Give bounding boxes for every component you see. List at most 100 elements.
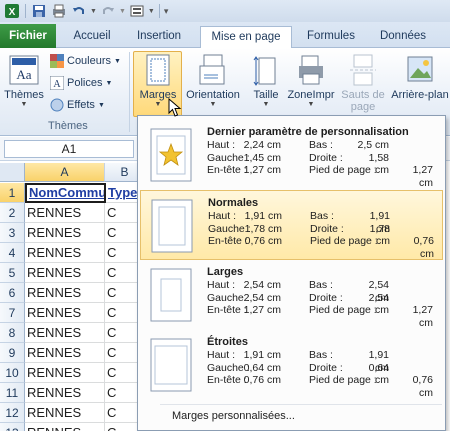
save-icon[interactable] [30, 2, 48, 20]
value-key: Pied de page : [309, 164, 377, 176]
row-header[interactable]: 1 [0, 183, 25, 203]
option-title: Normales [208, 197, 259, 209]
custom-margins-menu-item[interactable]: Marges personnalisées... [172, 410, 295, 422]
fonts-button[interactable]: A Polices ▼ [50, 76, 112, 90]
qat-separator [158, 4, 160, 18]
fonts-label: Polices [67, 77, 103, 89]
option-values: Haut :1,91 cm Bas :1,91 cm Gauche :0,64 c… [207, 349, 437, 399]
orientation-button[interactable]: Orientation ▼ [182, 54, 244, 109]
value-key: Bas : [309, 349, 333, 361]
row-header[interactable]: 9 [0, 343, 25, 363]
form-dropdown-icon[interactable]: ▼ [148, 8, 155, 15]
option-title: Larges [207, 266, 244, 278]
cell-a[interactable]: RENNES [25, 403, 105, 423]
cell-a[interactable]: RENNES [25, 383, 105, 403]
tab-file[interactable]: Fichier [0, 24, 56, 48]
chevron-down-icon: ▼ [97, 101, 105, 109]
row-header[interactable]: 12 [0, 403, 25, 423]
ribbon-tabs: Fichier Accueil Insertion Mise en page F… [0, 22, 450, 49]
select-all-corner[interactable] [0, 163, 25, 182]
tab-data[interactable]: Données [372, 26, 434, 48]
undo-dropdown-icon[interactable]: ▼ [90, 8, 97, 15]
page-margins-star-icon [150, 128, 192, 182]
effects-button[interactable]: Effets ▼ [50, 98, 105, 112]
chevron-down-icon: ▼ [20, 101, 28, 108]
margins-option-narrow[interactable]: Étroites Haut :1,91 cm Bas :1,91 cm Gauch… [140, 330, 443, 400]
value-key: Bas : [309, 279, 333, 291]
customize-icon[interactable]: ▾ [164, 6, 169, 17]
print-area-button[interactable]: ZoneImpr ▼ [286, 54, 336, 109]
background-button[interactable]: Arrière-plan [390, 54, 450, 101]
cell-a[interactable]: RENNES [25, 303, 105, 323]
cell-a[interactable]: RENNES [25, 243, 105, 263]
orientation-label: Orientation [186, 89, 240, 101]
margins-option-normal[interactable]: Normales Haut :1,91 cm Bas :1,91 cm Gauch… [140, 190, 443, 260]
value-footer: 1,27 cm [412, 304, 433, 329]
row-header[interactable]: 10 [0, 363, 25, 383]
tab-insert[interactable]: Insertion [128, 26, 190, 48]
row-header[interactable]: 5 [0, 263, 25, 283]
row-header[interactable]: 13 [0, 423, 25, 431]
option-values: Haut :1,91 cm Bas :1,91 cm Gauche :1,78 c… [208, 210, 438, 260]
cell-a[interactable]: RENNES [25, 203, 105, 223]
value-key: Haut : [207, 279, 236, 291]
column-header-a[interactable]: A [25, 163, 105, 182]
cell-a[interactable]: RENNES [25, 263, 105, 283]
page-margins-normal-icon [151, 199, 193, 253]
value-left: 0,64 cm [243, 361, 281, 374]
cell-a[interactable]: RENNES [25, 343, 105, 363]
themes-button[interactable]: Aa Thèmes ▼ [4, 54, 44, 109]
value-key: Pied de page : [309, 304, 377, 316]
value-left: 2,54 cm [243, 291, 281, 304]
redo-dropdown-icon[interactable]: ▼ [119, 8, 126, 15]
margins-option-last-custom[interactable]: Dernier paramètre de personnalisation Ha… [140, 120, 443, 190]
svg-text:A: A [53, 79, 61, 90]
size-button[interactable]: Taille ▼ [248, 54, 284, 109]
cell-a1[interactable]: NomCommune [25, 183, 106, 203]
colors-button[interactable]: Couleurs ▼ [50, 54, 121, 68]
value-key: En-tête : [207, 304, 247, 316]
value-key: Pied de page : [310, 235, 378, 247]
row-header[interactable]: 11 [0, 383, 25, 403]
cell-a[interactable]: RENNES [25, 423, 105, 431]
breaks-button[interactable]: Sauts de page [338, 54, 388, 113]
size-label: Taille [253, 89, 279, 101]
chevron-down-icon: ▼ [105, 79, 113, 87]
tab-home[interactable]: Accueil [64, 26, 120, 48]
value-key: Haut : [208, 210, 237, 222]
svg-text:X: X [9, 7, 16, 18]
breaks-label: Sauts de [341, 89, 385, 101]
themes-icon: Aa [9, 55, 39, 85]
quick-access-toolbar: X ▼ ▼ ▼ ▾ [0, 0, 450, 22]
row-header[interactable]: 7 [0, 303, 25, 323]
row-header[interactable]: 3 [0, 223, 25, 243]
row-header[interactable]: 6 [0, 283, 25, 303]
name-box[interactable]: A1 [4, 140, 134, 158]
mouse-cursor-icon [168, 98, 182, 117]
row-header[interactable]: 2 [0, 203, 25, 223]
qat-separator [25, 4, 26, 18]
cell-a[interactable]: RENNES [25, 283, 105, 303]
tab-formulas[interactable]: Formules [300, 26, 362, 48]
redo-icon[interactable] [99, 2, 117, 20]
undo-icon[interactable] [70, 2, 88, 20]
value-footer: 0,76 cm [412, 374, 433, 399]
row-header[interactable]: 4 [0, 243, 25, 263]
cell-a[interactable]: RENNES [25, 323, 105, 343]
cell-a[interactable]: RENNES [25, 223, 105, 243]
print-preview-icon[interactable] [50, 2, 68, 20]
effects-label: Effets [67, 99, 95, 111]
form-icon[interactable] [128, 2, 146, 20]
breaks-icon [350, 54, 376, 86]
value-footer: 0,76 cm [413, 235, 434, 260]
tab-page-layout[interactable]: Mise en page [200, 26, 292, 49]
value-top: 2,54 cm [243, 279, 281, 291]
cell-a[interactable]: RENNES [25, 363, 105, 383]
value-bottom: 2,5 cm [357, 139, 389, 151]
value-key: Droite : [309, 151, 343, 164]
margins-option-wide[interactable]: Larges Haut :2,54 cm Bas :2,54 cm Gauche … [140, 260, 443, 330]
excel-icon[interactable]: X [3, 2, 21, 20]
row-header[interactable]: 8 [0, 323, 25, 343]
value-key: En-tête : [208, 235, 248, 247]
group-separator [129, 52, 130, 132]
